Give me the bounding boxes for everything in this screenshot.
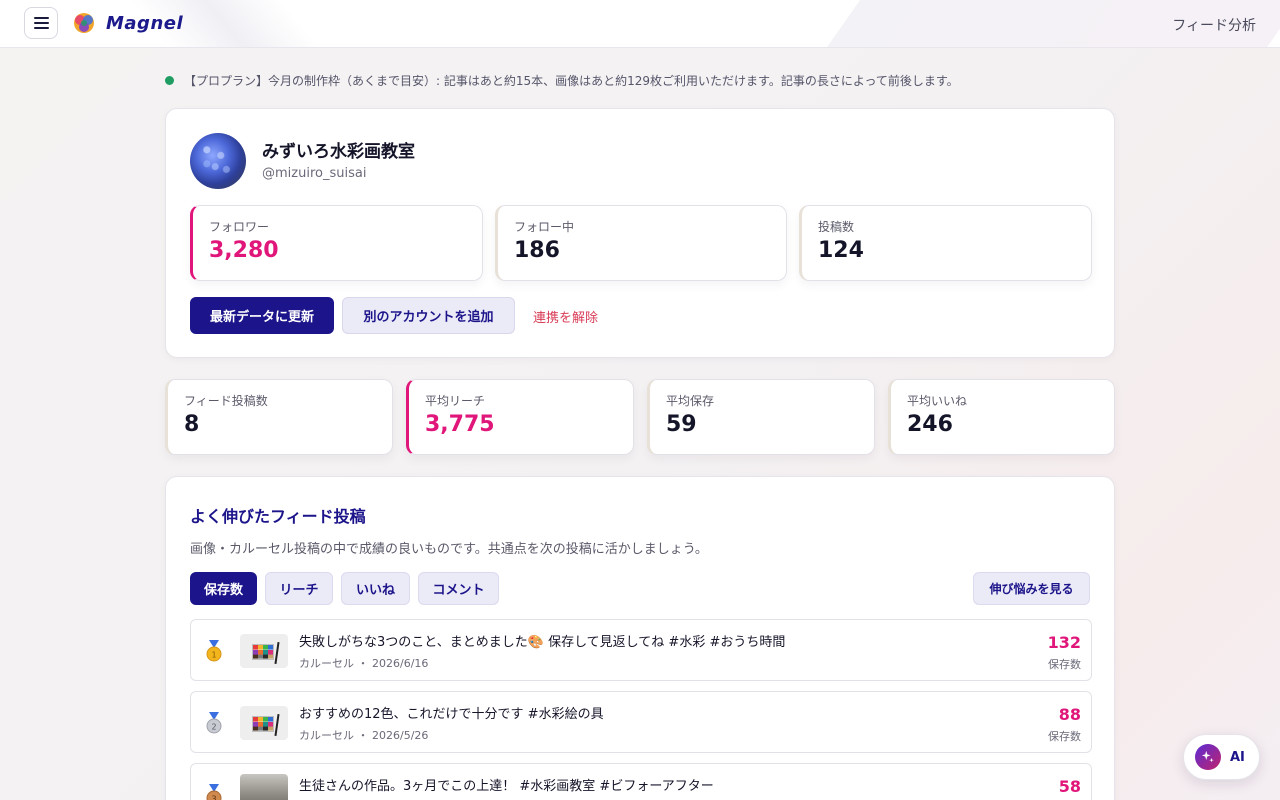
- status-dot-icon: [165, 76, 174, 85]
- post-row[interactable]: 1 失敗しがちな3つのこと、まとめました🎨 保存して見返してね #水彩 #おうち…: [190, 619, 1092, 681]
- summary-feed-posts: フィード投稿数 8: [165, 379, 393, 455]
- logo-icon: [74, 13, 94, 33]
- summary-avg-likes: 平均いいね 246: [888, 379, 1115, 455]
- app-logo[interactable]: Magnel: [72, 11, 183, 35]
- add-account-button[interactable]: 別のアカウントを追加: [342, 297, 515, 334]
- section-title: よく伸びたフィード投稿: [190, 507, 366, 526]
- post-metric-unit: 保存数: [1048, 658, 1081, 671]
- plan-notice: 【プロプラン】今月の制作枠（あくまで目安）: 記事はあと約15本、画像はあと約1…: [165, 72, 959, 89]
- post-row[interactable]: 2 おすすめの12色、これだけで十分です #水彩絵の具 カルーセル ・ 2026…: [190, 691, 1092, 753]
- post-thumbnail: [240, 706, 288, 740]
- tab-saves[interactable]: 保存数: [190, 572, 257, 605]
- post-title: 失敗しがちな3つのこと、まとめました🎨 保存して見返してね #水彩 #おうち時間: [299, 635, 786, 650]
- stat-label: フォロワー: [209, 220, 270, 234]
- stat-followers: フォロワー 3,280: [190, 205, 483, 281]
- stat-label: 平均リーチ: [425, 394, 486, 408]
- post-title: 生徒さんの作品。3ヶ月でこの上達！ #水彩画教室 #ビフォーアフター: [299, 779, 714, 794]
- stat-value: 246: [907, 412, 953, 437]
- hamburger-icon: [33, 17, 49, 29]
- stat-posts: 投稿数 124: [799, 205, 1092, 281]
- post-meta: カルーセル ・ 2026/5/26: [299, 729, 429, 742]
- silver-medal-icon: 2: [206, 712, 222, 734]
- stat-label: フィード投稿数: [184, 394, 268, 408]
- stat-label: 平均いいね: [907, 394, 968, 408]
- summary-avg-saves: 平均保存 59: [647, 379, 875, 455]
- avatar: [190, 133, 246, 189]
- stat-label: 平均保存: [666, 394, 715, 408]
- bronze-medal-icon: 3: [206, 784, 222, 800]
- tab-comments[interactable]: コメント: [418, 572, 499, 605]
- stat-value: 3,775: [425, 412, 495, 437]
- top-header: Magnel フィード分析: [0, 0, 1280, 48]
- stat-label: フォロー中: [514, 220, 575, 234]
- post-metric-value: 132: [1047, 633, 1081, 652]
- svg-text:2: 2: [211, 723, 216, 732]
- sparkle-icon: [1195, 744, 1221, 770]
- stat-value: 8: [184, 412, 200, 437]
- section-description: 画像・カルーセル投稿の中で成績の良いものです。共通点を次の投稿に活かしましょう。: [190, 542, 708, 557]
- stat-value: 124: [818, 238, 864, 263]
- view-underperforming-button[interactable]: 伸び悩みを見る: [973, 572, 1090, 605]
- gold-medal-icon: 1: [206, 640, 222, 662]
- svg-text:1: 1: [211, 651, 216, 660]
- app-name: Magnel: [106, 12, 184, 34]
- page-title: フィード分析: [1172, 18, 1256, 34]
- stat-label: 投稿数: [818, 220, 855, 234]
- post-metric-unit: 保存数: [1048, 730, 1081, 743]
- profile-name: みずいろ水彩画教室: [262, 142, 415, 162]
- stat-value: 59: [666, 412, 697, 437]
- profile-card: みずいろ水彩画教室 @mizuiro_suisai フォロワー 3,280 フォ…: [165, 108, 1115, 358]
- post-meta: カルーセル ・ 2026/6/16: [299, 657, 429, 670]
- tab-reach[interactable]: リーチ: [265, 572, 333, 605]
- stat-value: 186: [514, 238, 560, 263]
- tab-likes[interactable]: いいね: [341, 572, 410, 605]
- summary-avg-reach: 平均リーチ 3,775: [406, 379, 634, 455]
- top-posts-card: よく伸びたフィード投稿 画像・カルーセル投稿の中で成績の良いものです。共通点を次…: [165, 476, 1115, 800]
- stat-value: 3,280: [209, 238, 279, 263]
- ai-button-label: AI: [1230, 749, 1245, 765]
- post-title: おすすめの12色、これだけで十分です #水彩絵の具: [299, 707, 604, 722]
- svg-text:3: 3: [211, 795, 216, 800]
- post-thumbnail: [240, 774, 288, 800]
- stat-following: フォロー中 186: [495, 205, 787, 281]
- post-metric-value: 58: [1058, 777, 1081, 796]
- ai-assistant-button[interactable]: AI: [1183, 734, 1260, 780]
- refresh-data-button[interactable]: 最新データに更新: [190, 297, 334, 334]
- profile-handle: @mizuiro_suisai: [262, 166, 367, 181]
- unlink-account-link[interactable]: 連携を解除: [533, 307, 598, 326]
- post-row[interactable]: 3 生徒さんの作品。3ヶ月でこの上達！ #水彩画教室 #ビフォーアフター 58: [190, 763, 1092, 800]
- post-thumbnail: [240, 634, 288, 668]
- plan-notice-text: 【プロプラン】今月の制作枠（あくまで目安）: 記事はあと約15本、画像はあと約1…: [184, 74, 959, 88]
- menu-button[interactable]: [24, 7, 58, 39]
- post-metric-value: 88: [1058, 705, 1081, 724]
